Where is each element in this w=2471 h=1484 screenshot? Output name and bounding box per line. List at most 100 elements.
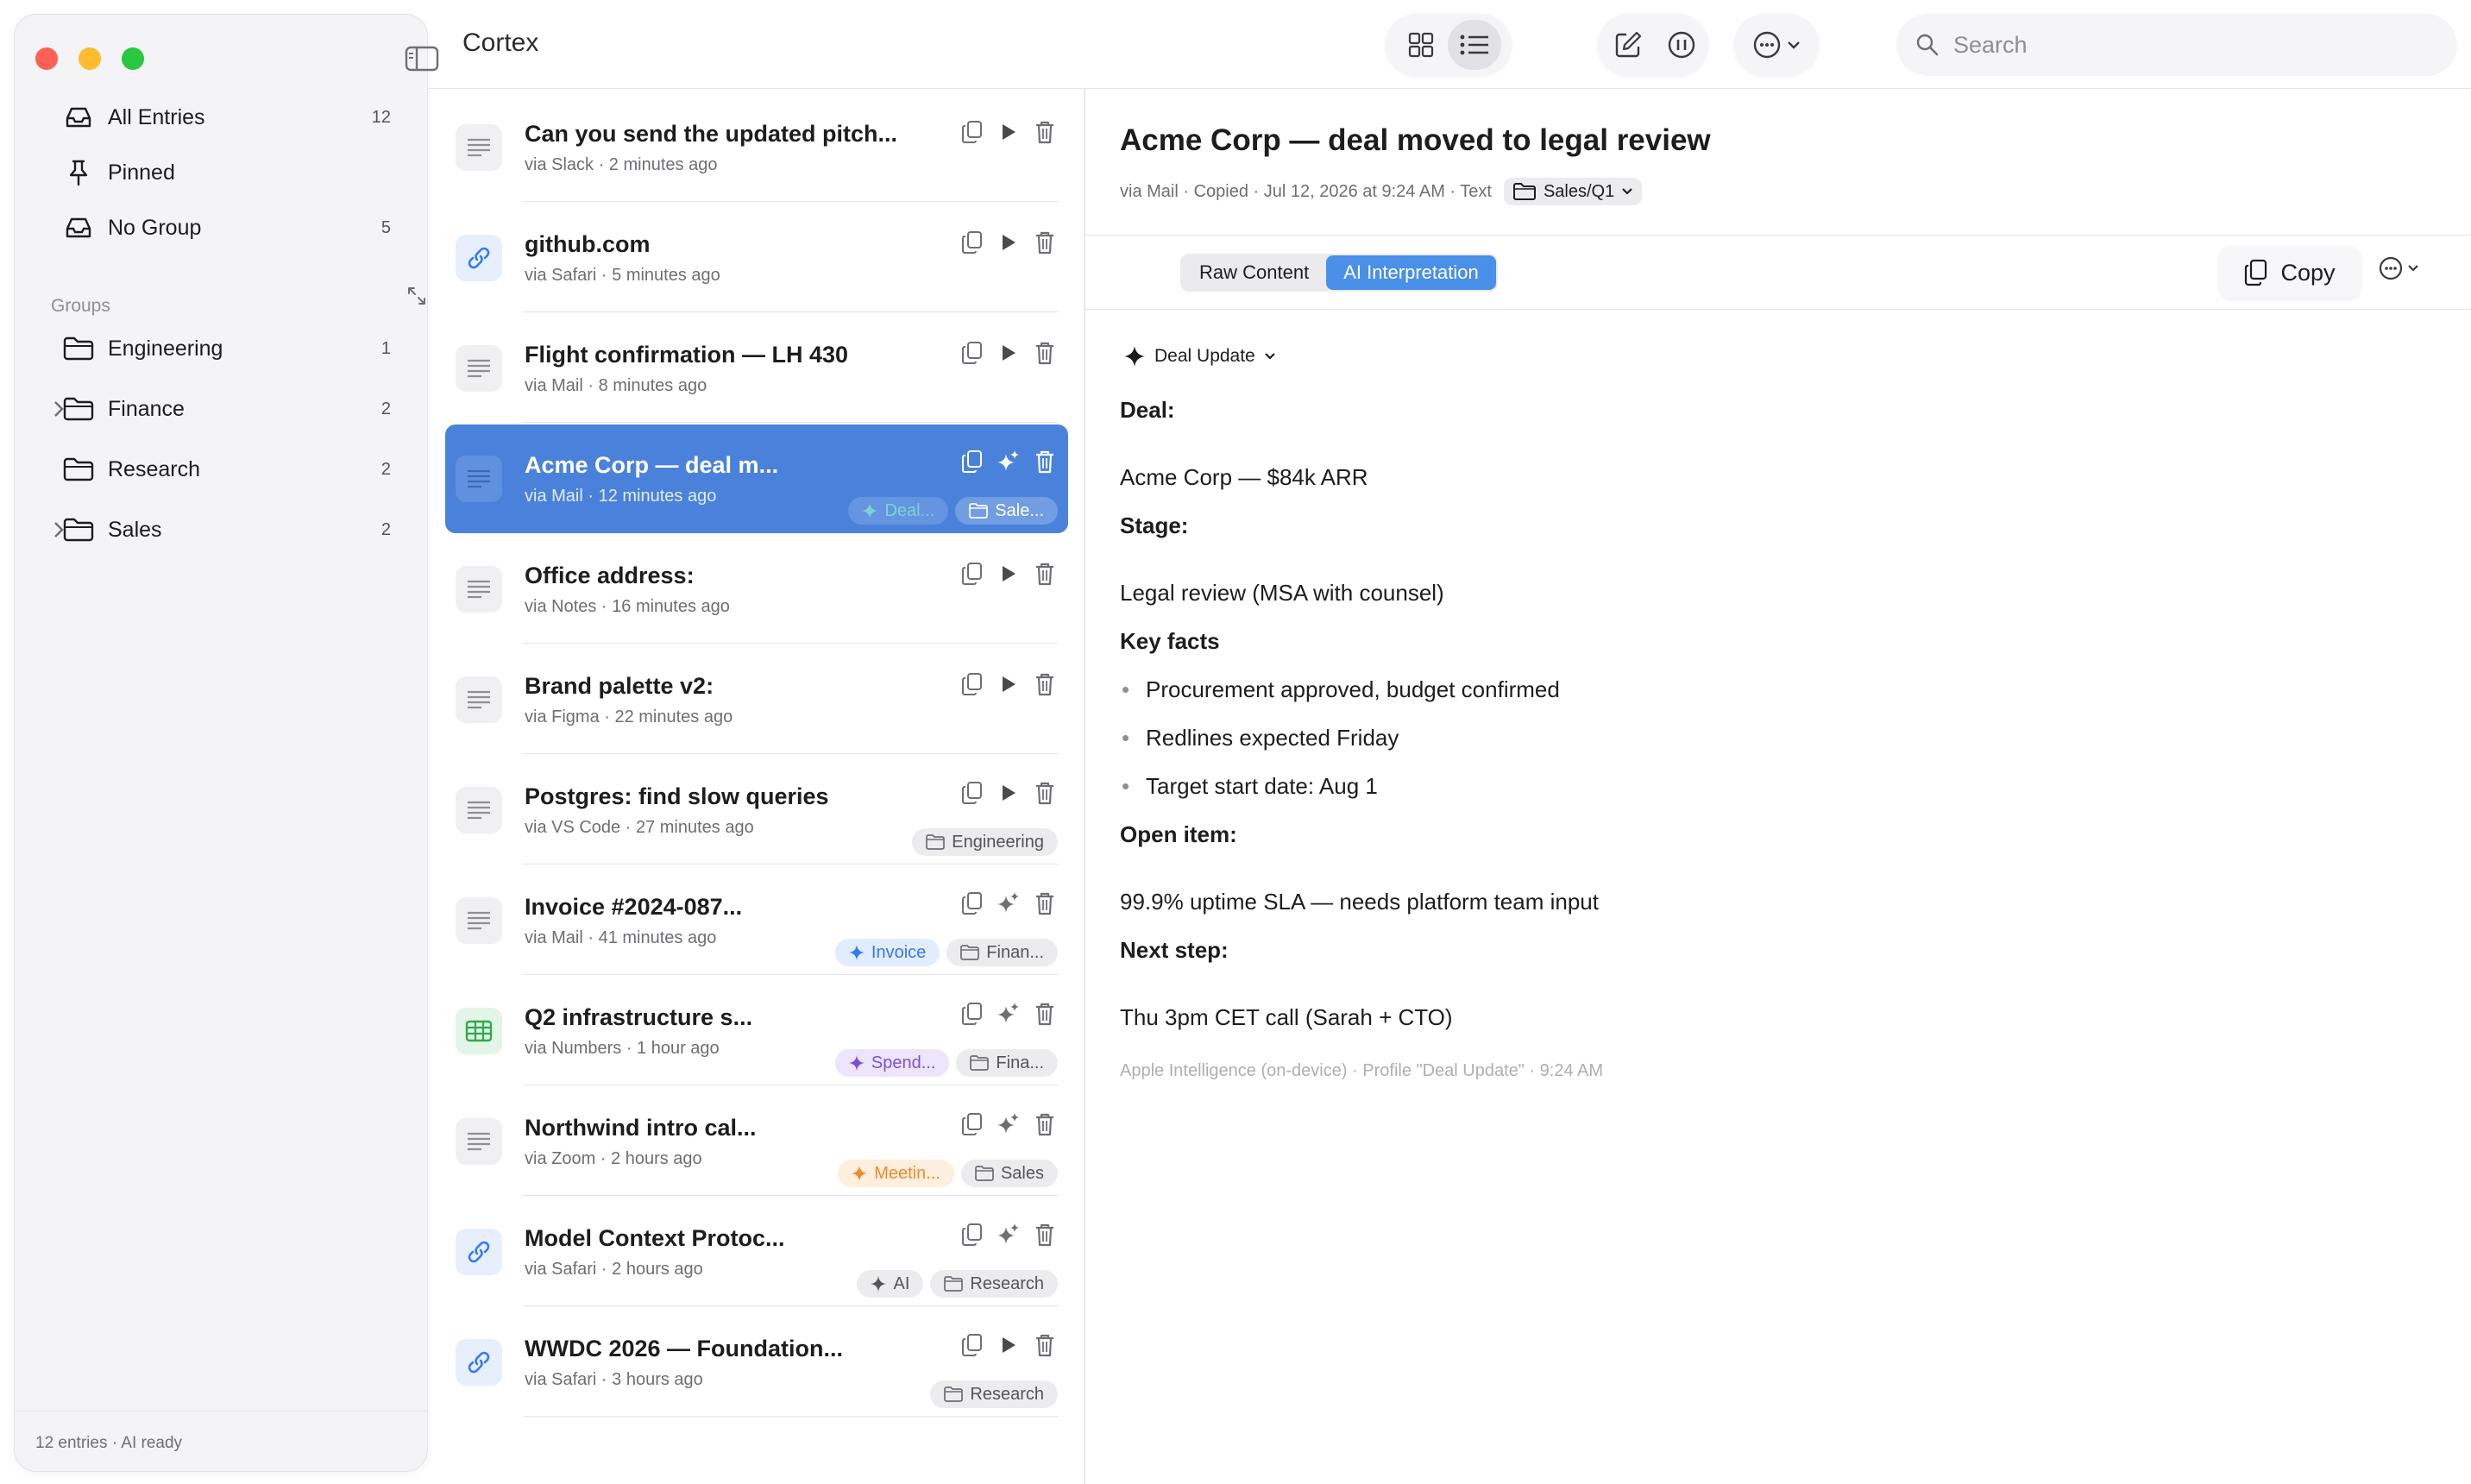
- entry-tags: AI Research: [857, 1270, 1058, 1298]
- list-item[interactable]: Flight confirmation — LH 430 via Mail · 8…: [445, 314, 1068, 423]
- list-item[interactable]: Can you send the updated pitch... via Sla…: [445, 93, 1068, 202]
- minimize-window-button[interactable]: [79, 47, 101, 70]
- group-tag[interactable]: Sale...: [955, 497, 1058, 525]
- copy-icon[interactable]: [959, 340, 985, 366]
- copy-icon[interactable]: [959, 1111, 985, 1137]
- group-tag[interactable]: Research: [930, 1380, 1058, 1408]
- tab-ai-interpretation[interactable]: AI Interpretation: [1326, 255, 1496, 290]
- row-divider: [523, 864, 1058, 865]
- view-mode-switcher: [1386, 14, 1512, 76]
- group-tag[interactable]: Engineering: [912, 828, 1058, 856]
- close-window-button[interactable]: [35, 47, 58, 70]
- ai-profile-tag[interactable]: Spend...: [834, 1049, 950, 1077]
- entry-tags: Meetin... Sales: [838, 1160, 1058, 1187]
- copy-icon[interactable]: [959, 1001, 985, 1027]
- play-icon[interactable]: [996, 230, 1022, 255]
- chevron-right-icon[interactable]: [53, 399, 65, 418]
- ai-profile-tag[interactable]: Invoice: [834, 939, 940, 966]
- list-item[interactable]: Q2 infrastructure s... via Numbers · 1 ho…: [445, 977, 1068, 1085]
- copy-icon[interactable]: [959, 449, 985, 475]
- sparkles-icon[interactable]: [996, 890, 1022, 916]
- ai-profile-tag[interactable]: Meetin...: [838, 1160, 954, 1187]
- entry-source: via VS Code · 27 minutes ago: [525, 818, 754, 837]
- list-view-button[interactable]: [1448, 20, 1501, 70]
- trash-icon[interactable]: [1032, 1222, 1058, 1248]
- trash-icon[interactable]: [1032, 561, 1058, 587]
- list-item[interactable]: Model Context Protoc... via Safari · 2 ho…: [445, 1198, 1068, 1306]
- collapse-groups-icon[interactable]: [406, 286, 427, 306]
- list-item[interactable]: Northwind intro cal... via Zoom · 2 hours…: [445, 1087, 1068, 1196]
- group-tag[interactable]: Research: [930, 1270, 1058, 1298]
- sidebar-item-sales[interactable]: Sales 2: [46, 505, 408, 555]
- trash-icon[interactable]: [1032, 890, 1058, 916]
- new-entry-button[interactable]: [1601, 20, 1655, 70]
- copy-icon[interactable]: [959, 230, 985, 255]
- detail-more-button[interactable]: [2378, 255, 2419, 281]
- trash-icon[interactable]: [1032, 1332, 1058, 1358]
- ai-profile-tag[interactable]: Deal...: [848, 497, 949, 525]
- copy-icon[interactable]: [959, 890, 985, 916]
- tag-label: Deal...: [884, 500, 935, 520]
- sidebar-item-no-group[interactable]: No Group 5: [46, 203, 408, 253]
- folder-icon: [969, 503, 989, 519]
- sidebar-item-pinned[interactable]: Pinned: [46, 148, 408, 198]
- list-item[interactable]: WWDC 2026 — Foundation... via Safari · 3 …: [445, 1308, 1068, 1417]
- sparkles-icon[interactable]: [996, 449, 1022, 475]
- group-tag[interactable]: Sales: [960, 1160, 1058, 1187]
- column-divider[interactable]: [1084, 89, 1085, 1484]
- sparkles-icon[interactable]: [996, 1222, 1022, 1248]
- copy-icon[interactable]: [959, 1222, 985, 1248]
- trash-icon[interactable]: [1032, 340, 1058, 366]
- section-text: 99.9% uptime SLA — needs platform team i…: [1120, 889, 1599, 915]
- grid-view-button[interactable]: [1394, 20, 1448, 70]
- ai-profile-tag[interactable]: AI: [857, 1270, 924, 1298]
- group-tag[interactable]: Fina...: [956, 1049, 1058, 1077]
- group-tag[interactable]: Finan...: [946, 939, 1058, 966]
- folder-picker[interactable]: Sales/Q1: [1503, 178, 1643, 205]
- trash-icon[interactable]: [1032, 1111, 1058, 1137]
- copy-icon[interactable]: [959, 561, 985, 587]
- list-item[interactable]: github.com via Safari · 5 minutes ago: [445, 204, 1068, 312]
- chevron-right-icon[interactable]: [53, 520, 65, 539]
- list-item[interactable]: Postgres: find slow queries via VS Code ·…: [445, 756, 1068, 865]
- bullet-text: Target start date: Aug 1: [1146, 773, 1378, 799]
- trash-icon[interactable]: [1032, 671, 1058, 697]
- copy-icon[interactable]: [959, 1332, 985, 1358]
- trash-icon[interactable]: [1032, 1001, 1058, 1027]
- sparkles-icon[interactable]: [996, 1001, 1022, 1027]
- list-item[interactable]: Office address: via Notes · 16 minutes ag…: [445, 535, 1068, 644]
- play-icon[interactable]: [996, 671, 1022, 697]
- list-item[interactable]: Acme Corp — deal m... via Mail · 12 minut…: [445, 424, 1068, 533]
- search-field[interactable]: [1896, 14, 2457, 76]
- sidebar-item-finance[interactable]: Finance 2: [46, 384, 408, 434]
- list-item[interactable]: Brand palette v2: via Figma · 22 minutes …: [445, 645, 1068, 754]
- tag-label: Engineering: [952, 832, 1044, 852]
- sparkle-icon: [852, 1166, 868, 1181]
- sidebar-item-research[interactable]: Research 2: [46, 444, 408, 494]
- trash-icon[interactable]: [1032, 449, 1058, 475]
- sparkles-icon[interactable]: [996, 1111, 1022, 1137]
- copy-icon[interactable]: [959, 671, 985, 697]
- play-icon[interactable]: [996, 1332, 1022, 1358]
- copy-icon[interactable]: [959, 119, 985, 145]
- sidebar-item-engineering[interactable]: Engineering 1: [46, 324, 408, 374]
- profile-picker[interactable]: Deal Update: [1123, 345, 1276, 368]
- sidebar-item-all-entries[interactable]: All Entries 12: [46, 92, 408, 142]
- pause-capture-button[interactable]: [1655, 20, 1708, 70]
- more-menu-button[interactable]: [1734, 14, 1819, 76]
- trash-icon[interactable]: [1032, 119, 1058, 145]
- play-icon[interactable]: [996, 340, 1022, 366]
- sidebar-item-count: 2: [380, 459, 391, 479]
- play-icon[interactable]: [996, 119, 1022, 145]
- search-input[interactable]: [1952, 30, 2383, 60]
- trash-icon[interactable]: [1032, 780, 1058, 806]
- sidebar-toggle-icon[interactable]: [405, 46, 439, 72]
- play-icon[interactable]: [996, 780, 1022, 806]
- copy-button[interactable]: Copy: [2219, 247, 2361, 299]
- zoom-window-button[interactable]: [122, 47, 144, 70]
- tab-raw-content[interactable]: Raw Content: [1182, 255, 1326, 290]
- play-icon[interactable]: [996, 561, 1022, 587]
- copy-icon[interactable]: [959, 780, 985, 806]
- list-item[interactable]: Invoice #2024-087... via Mail · 41 minute…: [445, 866, 1068, 975]
- trash-icon[interactable]: [1032, 230, 1058, 255]
